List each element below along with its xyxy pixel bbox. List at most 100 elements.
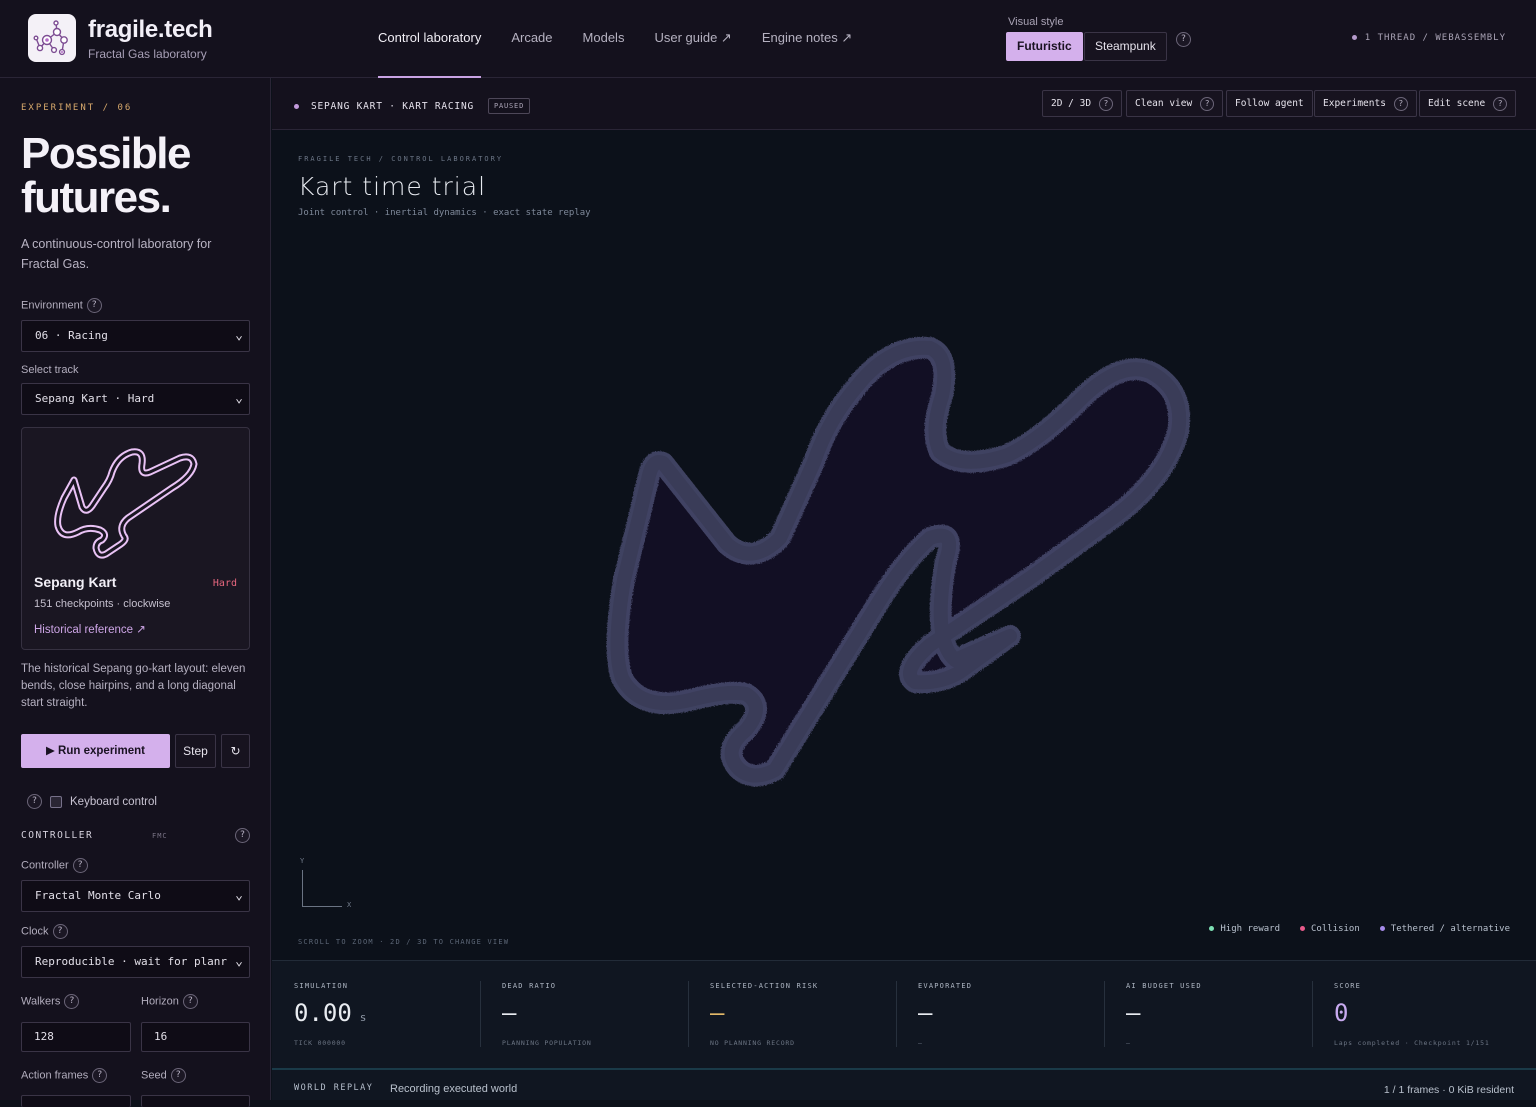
stat-foot: TICK 000000 (294, 1039, 346, 1047)
controller-select[interactable]: Fractal Monte Carlo ⌄ (21, 880, 250, 912)
nav-engine-notes[interactable]: Engine notes ↗ (762, 0, 852, 78)
legend-label: High reward (1220, 924, 1280, 934)
env-title: SEPANG KART · KART RACING (311, 100, 474, 112)
world-replay-label: WORLD REPLAY (294, 1083, 374, 1093)
brand-subtitle: Fractal Gas laboratory (88, 47, 207, 61)
thread-info: 1 THREAD / WEBASSEMBLY (1351, 33, 1506, 43)
keyboard-help-icon[interactable]: ? (27, 794, 42, 809)
stat-value: — (1126, 999, 1141, 1027)
nav-models[interactable]: Models (583, 0, 625, 78)
track-description: The historical Sepang go-kart layout: el… (21, 663, 246, 709)
action-frames-input[interactable] (21, 1095, 131, 1107)
track-select-value: Sepang Kart · Hard (35, 392, 155, 405)
legend-dot-icon (1379, 926, 1385, 931)
walkers-label: Walkers? (21, 994, 80, 1009)
help-icon[interactable]: ? (1393, 96, 1408, 111)
stat-evaporated: EVAPORATED — — (896, 961, 1104, 1069)
stat-ai-budget: AI BUDGET USED — — (1104, 961, 1312, 1069)
walkers-input[interactable]: 128 (21, 1022, 131, 1052)
world-replay-bar[interactable]: WORLD REPLAY Recording executed world 1 … (272, 1068, 1536, 1100)
clock-select[interactable]: Reproducible · wait for planr ⌄ (21, 946, 250, 978)
stat-value: — (710, 999, 725, 1027)
legend-dot-icon (1209, 926, 1215, 931)
historical-reference-link[interactable]: Historical reference ↗ (34, 622, 146, 636)
stat-label: DEAD RATIO (502, 982, 557, 990)
help-icon[interactable]: ? (1493, 96, 1508, 111)
stat-label: SCORE (1334, 982, 1362, 990)
nav-arcade[interactable]: Arcade (511, 0, 552, 78)
environment-help-icon[interactable]: ? (86, 298, 102, 313)
horizon-help-icon[interactable]: ? (182, 994, 198, 1009)
controller-section-help-icon[interactable]: ? (235, 828, 250, 843)
main-area: SEPANG KART · KART RACING PAUSED 2D / 3D… (272, 78, 1536, 1100)
controller-help-icon[interactable]: ? (72, 858, 88, 873)
stat-foot: PLANNING POPULATION (502, 1039, 592, 1047)
walkers-help-icon[interactable]: ? (64, 994, 80, 1009)
walkers-label-text: Walkers (21, 995, 61, 1008)
clock-label-text: Clock (21, 925, 49, 938)
keyboard-control-checkbox[interactable] (50, 795, 62, 808)
status-dot-icon (294, 103, 299, 109)
viewport-hint: SCROLL TO ZOOM · 2D / 3D TO CHANGE VIEW (298, 938, 510, 946)
stat-dead-ratio: DEAD RATIO — PLANNING POPULATION (480, 961, 688, 1069)
clock-help-icon[interactable]: ? (52, 924, 68, 939)
horizon-label: Horizon? (141, 994, 198, 1009)
nav-user-guide[interactable]: User guide ↗ (654, 0, 731, 78)
environment-select[interactable]: 06 · Racing ⌄ (21, 320, 250, 352)
experiments-button[interactable]: Experiments? (1314, 90, 1417, 117)
track-select[interactable]: Sepang Kart · Hard ⌄ (21, 383, 250, 415)
follow-agent-button[interactable]: Follow agent (1226, 90, 1313, 117)
race-track-canvas[interactable] (272, 130, 1536, 960)
edit-scene-button[interactable]: Edit scene? (1419, 90, 1517, 117)
scene-toolbar: SEPANG KART · KART RACING PAUSED 2D / 3D… (272, 78, 1536, 130)
action-frames-help-icon[interactable]: ? (92, 1068, 108, 1083)
stat-label: EVAPORATED (918, 982, 973, 990)
stat-action-risk: SELECTED-ACTION RISK — NO PLANNING RECOR… (688, 961, 896, 1069)
reset-button[interactable]: ↻ (221, 734, 250, 768)
style-futuristic-button[interactable]: Futuristic (1006, 32, 1083, 61)
visual-style-help-icon[interactable]: ? (1176, 32, 1191, 47)
stat-unit: s (359, 1011, 367, 1024)
horizon-input[interactable]: 16 (141, 1022, 250, 1052)
stat-label: AI BUDGET USED (1126, 982, 1202, 990)
seed-help-icon[interactable]: ? (170, 1068, 186, 1083)
seed-label: Seed? (141, 1068, 186, 1083)
nav-control-laboratory[interactable]: Control laboratory (378, 0, 482, 78)
legend-label: Tethered / alternative (1390, 924, 1510, 934)
legend-high-reward: High reward (1209, 924, 1280, 934)
chevron-down-icon: ⌄ (233, 947, 243, 977)
style-steampunk-button[interactable]: Steampunk (1084, 32, 1167, 61)
action-frames-label: Action frames? (21, 1068, 108, 1083)
stat-label: SELECTED-ACTION RISK (710, 982, 819, 990)
toggle-2d-3d-button[interactable]: 2D / 3D? (1042, 90, 1123, 117)
world-replay-status: Recording executed world (390, 1083, 518, 1095)
stat-value: — (502, 999, 517, 1027)
stats-panel: SIMULATION 0.00 s TICK 000000 DEAD RATIO … (272, 960, 1536, 1068)
environment-label: Environment? (21, 298, 102, 313)
track-difficulty-badge: Hard (212, 578, 237, 589)
help-icon[interactable]: ? (1099, 96, 1114, 111)
help-icon[interactable]: ? (1200, 96, 1215, 111)
chevron-down-icon: ⌄ (235, 328, 243, 343)
axis-x-label: X (347, 901, 352, 909)
experiments-label: Experiments (1323, 98, 1386, 109)
stat-foot: — (1126, 1039, 1131, 1047)
legend-tethered: Tethered / alternative (1379, 924, 1510, 934)
world-replay-frames: 1 / 1 frames · 0 KiB resident (1383, 1084, 1514, 1096)
run-experiment-button[interactable]: ▶ Run experiment (21, 734, 170, 768)
edit-scene-label: Edit scene (1428, 98, 1486, 109)
stat-value: — (918, 999, 933, 1027)
divider (1104, 981, 1105, 1047)
seed-input[interactable] (141, 1095, 250, 1107)
clean-view-button[interactable]: Clean view? (1126, 90, 1224, 117)
step-button[interactable]: Step (175, 734, 216, 768)
status-dot-icon (1351, 35, 1357, 40)
environment-select-value: 06 · Racing (35, 329, 108, 342)
stat-foot: — (918, 1039, 923, 1047)
keyboard-control-label: Keyboard control (70, 795, 157, 808)
logo[interactable] (28, 14, 76, 62)
controller-label: Controller? (21, 858, 88, 873)
axis-y-label: Y (300, 857, 305, 865)
controller-select-value: Fractal Monte Carlo (35, 889, 161, 902)
legend-collision: Collision (1300, 924, 1360, 934)
